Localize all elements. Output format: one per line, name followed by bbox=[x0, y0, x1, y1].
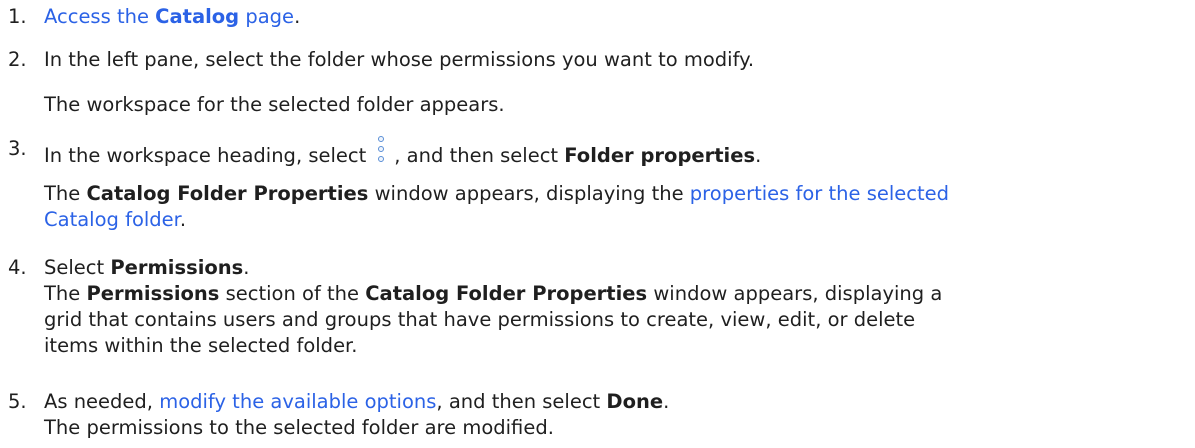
catalog-folder-properties-label: Catalog Folder Properties bbox=[86, 182, 369, 205]
sentence-end: . bbox=[243, 256, 250, 279]
result-text: The bbox=[44, 182, 87, 205]
step-number: 2. bbox=[8, 48, 27, 71]
step-2-result: The workspace for the selected folder ap… bbox=[44, 93, 505, 116]
step-4-result-line-1: The Permissions section of the Catalog F… bbox=[44, 281, 942, 306]
instruction-text-middle: , and then select bbox=[394, 144, 565, 167]
step-4-result-line-2: grid that contains users and groups that… bbox=[44, 308, 916, 331]
instruction-text-middle: , and then select bbox=[436, 390, 607, 413]
step-3-instruction: In the workspace heading, select , and th… bbox=[44, 136, 761, 168]
permissions-label: Permissions bbox=[110, 256, 244, 279]
sentence-end: . bbox=[755, 144, 762, 167]
step-number: 5. bbox=[8, 390, 27, 413]
modify-options-link[interactable]: modify the available options bbox=[159, 390, 436, 413]
sentence-end: . bbox=[179, 208, 187, 231]
catalog-page-link[interactable]: Access the Catalog page bbox=[44, 5, 294, 28]
step-3-result-line-2: Catalog folder. bbox=[44, 207, 186, 232]
result-text: The bbox=[44, 282, 87, 305]
result-text-middle: window appears, displaying the bbox=[368, 182, 690, 205]
step-5-instruction: As needed, modify the available options,… bbox=[44, 389, 669, 414]
link-text-suffix: page bbox=[239, 5, 295, 28]
done-label: Done bbox=[606, 390, 664, 413]
step-3-result-line-1: The Catalog Folder Properties window app… bbox=[44, 181, 949, 206]
catalog-folder-properties-label: Catalog Folder Properties bbox=[365, 282, 648, 305]
step-2-instruction: In the left pane, select the folder whos… bbox=[44, 48, 755, 71]
permissions-section-label: Permissions bbox=[86, 282, 220, 305]
step-number: 3. bbox=[8, 137, 27, 160]
result-text-middle: section of the bbox=[219, 282, 366, 305]
instruction-text: Select bbox=[44, 256, 111, 279]
instruction-text: In the workspace heading, select bbox=[44, 144, 367, 167]
step-4-instruction: Select Permissions. bbox=[44, 255, 249, 280]
result-text-suffix: window appears, displaying a bbox=[647, 282, 943, 305]
step-1-instruction: Access the Catalog page. bbox=[44, 4, 300, 29]
step-5-result: The permissions to the selected folder a… bbox=[44, 416, 554, 439]
step-number: 4. bbox=[8, 256, 27, 279]
sentence-end: . bbox=[663, 390, 670, 413]
folder-properties-link[interactable]: properties for the selected bbox=[690, 182, 949, 205]
link-text-prefix: Access the bbox=[44, 5, 156, 28]
sentence-end: . bbox=[294, 5, 301, 28]
step-number: 1. bbox=[8, 5, 27, 28]
link-text-bold: Catalog bbox=[155, 5, 240, 28]
folder-properties-label: Folder properties bbox=[564, 144, 756, 167]
instruction-text: As needed, bbox=[44, 390, 160, 413]
folder-properties-link-continued[interactable]: Catalog folder bbox=[44, 208, 180, 231]
document: 1. Access the Catalog page. 2. In the le… bbox=[0, 0, 1195, 448]
more-vertical-icon bbox=[374, 136, 388, 166]
step-4-result-line-3: items within the selected folder. bbox=[44, 334, 358, 357]
